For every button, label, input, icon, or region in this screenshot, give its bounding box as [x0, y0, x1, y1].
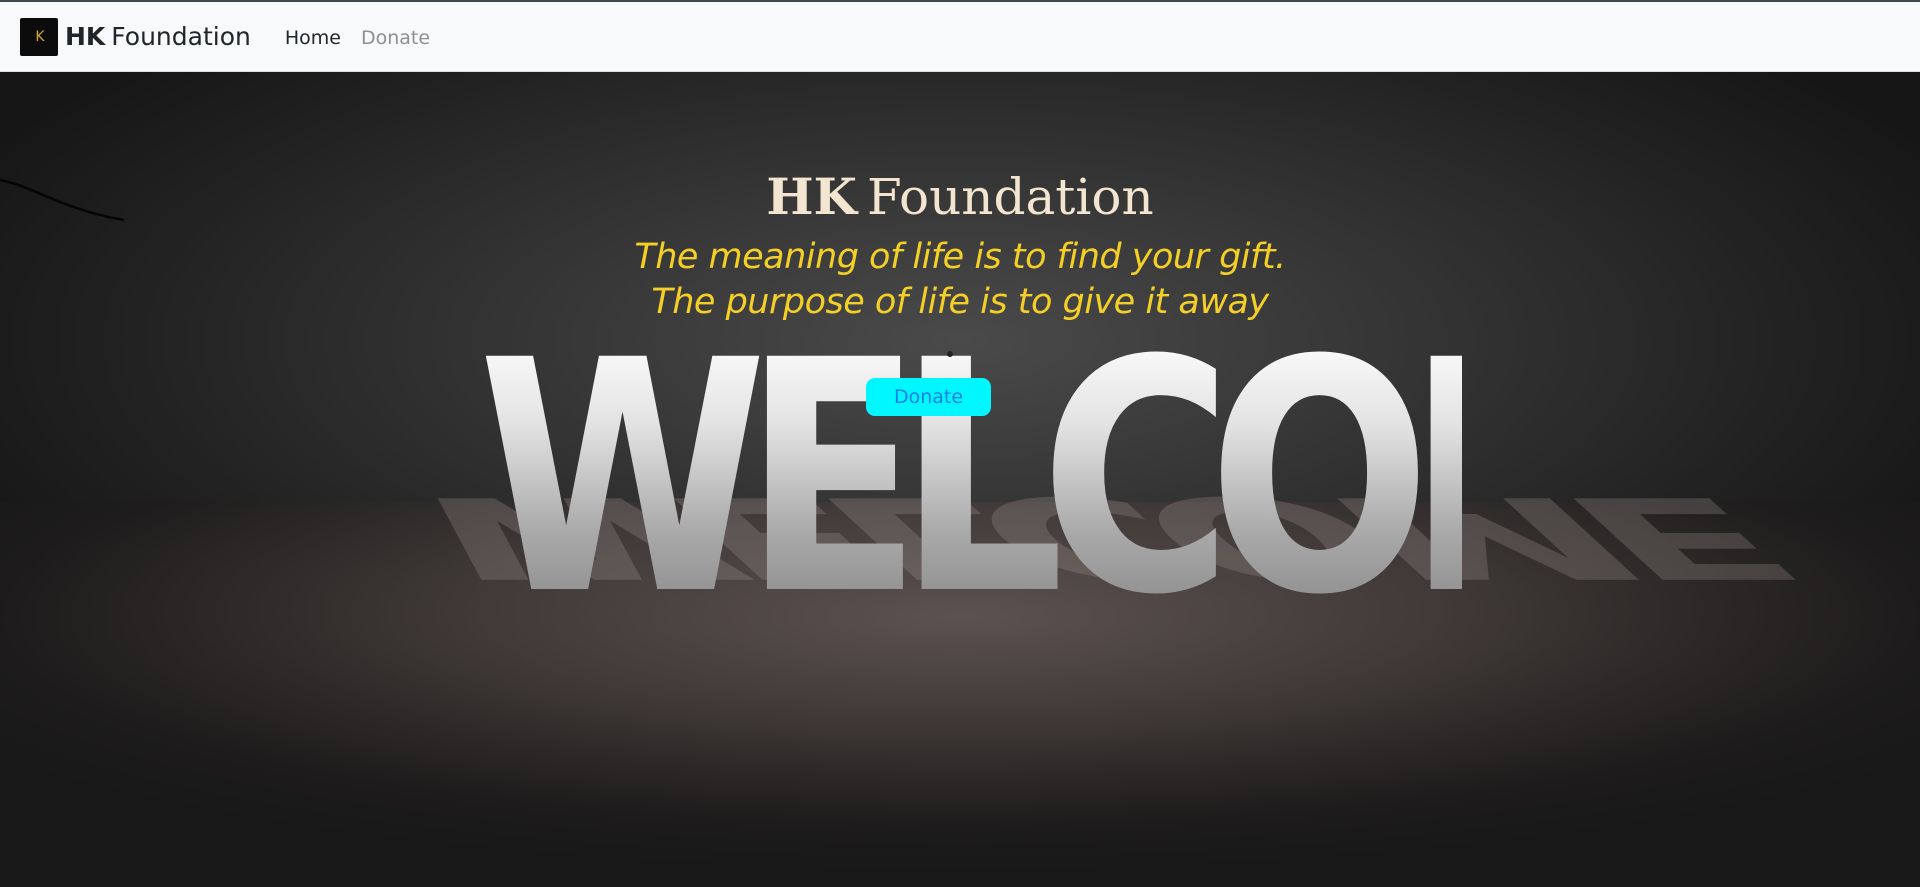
hero-section: WELCOME WELCOME HKFoundation The meaning…: [0, 72, 1920, 887]
top-navbar: K HK Foundation Home Donate: [0, 0, 1920, 72]
nav-links: Home Donate: [275, 27, 440, 49]
nav-link-home[interactable]: Home: [275, 27, 351, 49]
brand-name-rest: Foundation: [111, 22, 251, 51]
donate-button[interactable]: Donate: [866, 378, 991, 416]
hero-title-bold: HK: [766, 167, 858, 226]
tagline-line-2: The purpose of life is to give it away: [651, 282, 1269, 322]
hero-title: HK Foundation: [0, 167, 1920, 227]
brand-link[interactable]: K HK Foundation: [20, 17, 251, 56]
brand-name: HK Foundation: [65, 24, 251, 49]
hero-title-rest: Foundation: [867, 168, 1154, 226]
cursor-dot: [947, 351, 953, 357]
nav-link-donate[interactable]: Donate: [351, 27, 440, 49]
brand-name-bold: HK: [65, 22, 106, 51]
tagline-line-1: The meaning of life is to find your gift…: [634, 237, 1286, 277]
logo-icon: K: [20, 17, 58, 56]
logo-glyph: K: [35, 28, 44, 45]
